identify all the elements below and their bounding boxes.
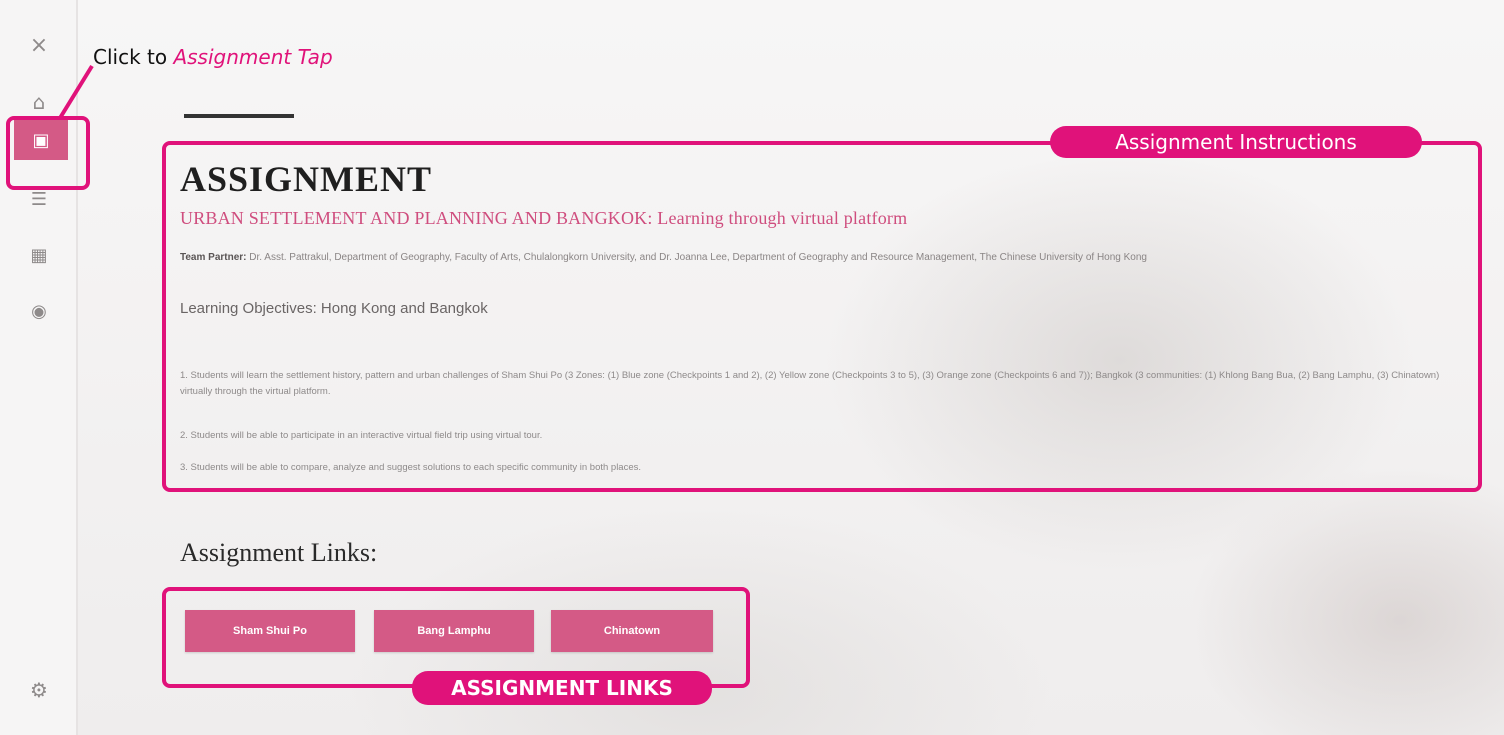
- team-text: Dr. Asst. Pattrakul, Department of Geogr…: [246, 252, 1147, 263]
- objective-item: 2. Students will be able to participate …: [180, 430, 543, 441]
- link-button-chinatown[interactable]: Chinatown: [551, 610, 713, 652]
- callout-line: [58, 64, 94, 120]
- link-button-bang-lamphu[interactable]: Bang Lamphu: [374, 610, 534, 652]
- objective-item: 3. Students will be able to compare, ana…: [180, 462, 642, 473]
- callout-text: Click to Assignment Tap: [93, 45, 333, 69]
- subtitle-caps: URBAN SETTLEMENT AND PLANNING AND BANGKO…: [180, 208, 653, 228]
- assignment-subtitle: URBAN SETTLEMENT AND PLANNING AND BANGKO…: [180, 208, 907, 229]
- objective-item: 1. Students will learn the settlement hi…: [180, 370, 1440, 397]
- instructions-label: Assignment Instructions: [1050, 126, 1422, 158]
- link-button-sham-shui-po[interactable]: Sham Shui Po: [185, 610, 355, 652]
- links-heading: Assignment Links:: [180, 538, 378, 567]
- assignment-title: ASSIGNMENT: [180, 159, 433, 199]
- objectives-heading: Learning Objectives: Hong Kong and Bangk…: [180, 300, 488, 317]
- section-rule: [184, 114, 294, 118]
- callout-prefix: Click to: [93, 45, 174, 69]
- links-label: ASSIGNMENT LINKS: [412, 671, 712, 705]
- callout-emphasis: Assignment Tap: [173, 45, 333, 69]
- team-partner: Team Partner: Dr. Asst. Pattrakul, Depar…: [180, 250, 1470, 266]
- subtitle-rest: Learning through virtual platform: [652, 208, 908, 228]
- team-label: Team Partner:: [180, 252, 247, 263]
